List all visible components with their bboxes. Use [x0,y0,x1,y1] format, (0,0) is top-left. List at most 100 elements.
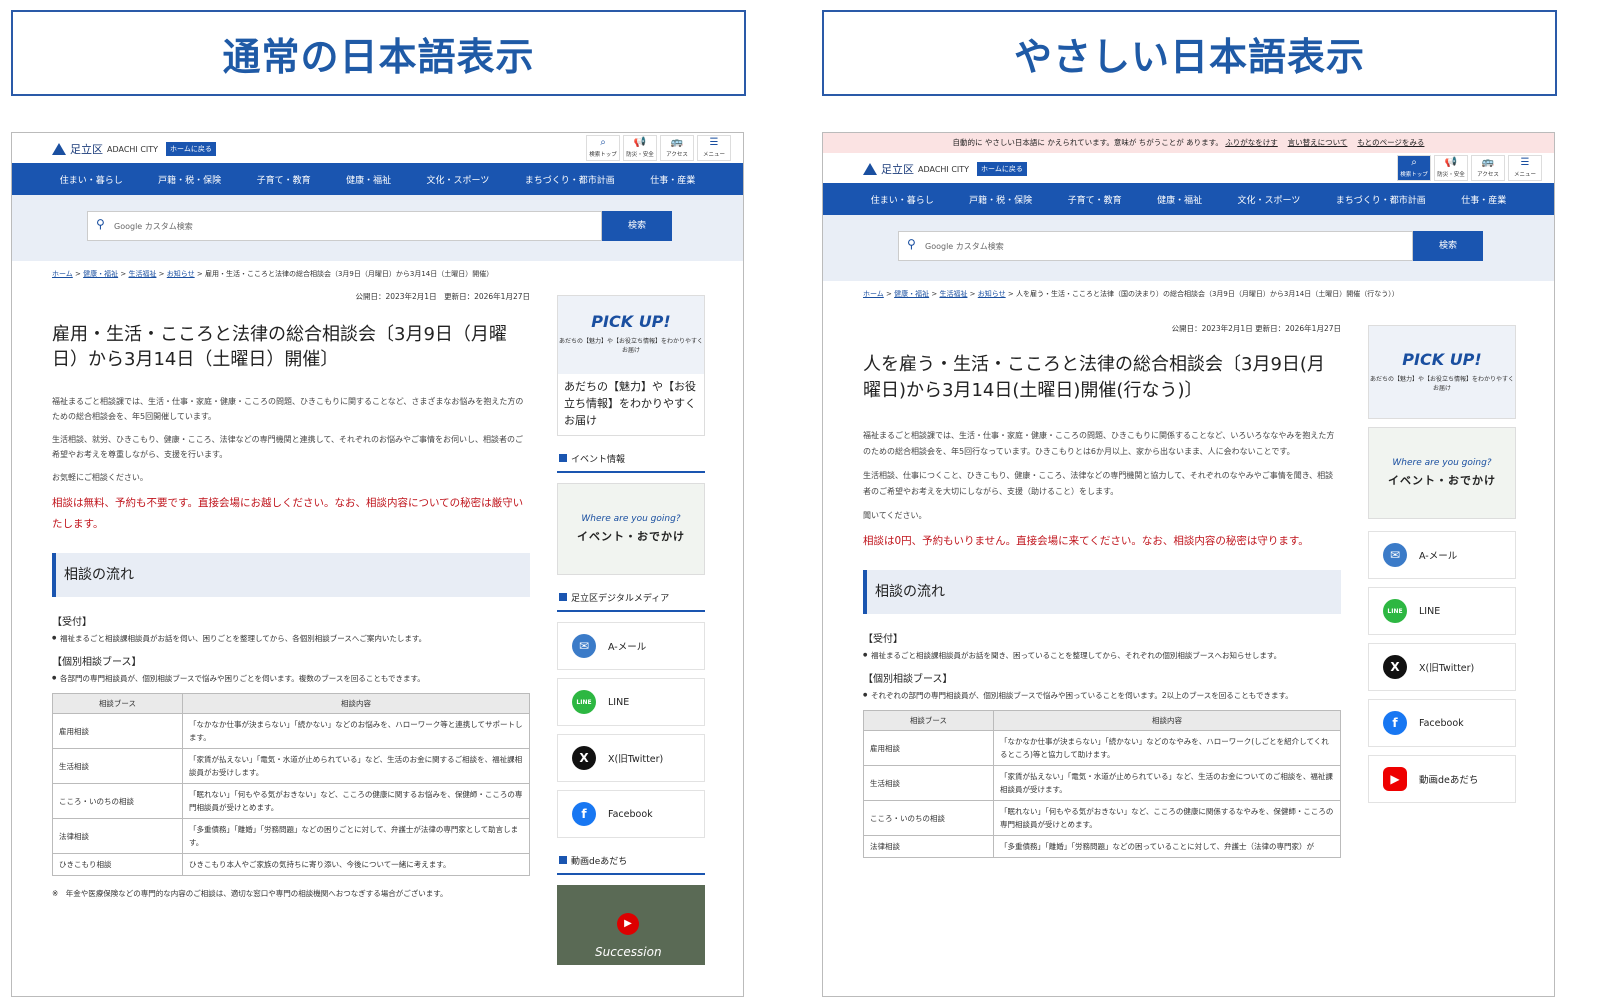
sns-label: LINE [1419,605,1441,617]
notice-text: 相談は0円、予約もいりません。直接会場に来てください。なお、相談内容の秘密は守り… [863,535,1309,547]
paragraph: 生活相談、就労、ひきこもり、健康・こころ、法律などの専門機関と連携して、それぞれ… [52,435,524,459]
mail-icon: ✉ [572,634,596,658]
site-name: 足立区 [70,143,103,156]
play-icon[interactable]: ▶ [617,913,639,935]
table-header: 相談ブース [52,693,183,714]
youtube-icon: ▶ [1383,767,1407,791]
section-heading: 相談の流れ [863,570,1341,614]
breadcrumb: ホーム > 健康・福祉 > 生活福祉 > お知らせ > 雇用・生活・こころと法律… [52,270,494,278]
nav-item[interactable]: 子育て・教育 [257,173,311,186]
pickup-sub: あだちの【魅力】や【お役立ち情報】をわかりやすくお届け [1369,376,1514,392]
table-cell: 生活相談 [52,748,183,784]
logo-icon [52,143,66,155]
home-button[interactable]: ホームに戻る [977,162,1027,176]
safety-button[interactable]: 防災・安全 [623,135,657,161]
facebook-link[interactable]: f Facebook [1368,699,1516,747]
global-nav: 住まい・暮らし 戸籍・税・保険 子育て・教育 健康・福祉 文化・スポーツ まちづ… [12,163,743,195]
amail-link[interactable]: ✉ A-メール [557,622,705,670]
pickup-card[interactable]: PICK UP! あだちの【魅力】や【お役立ち情報】をわかりやすくお届け [1368,325,1516,419]
consult-table: 相談ブース 相談内容 雇用相談 「なかなか仕事が決まらない」「続かない」などのなやみ… [863,710,1341,858]
bc-home[interactable]: ホーム [863,290,884,298]
nav-item[interactable]: 健康・福祉 [346,173,391,186]
search-input[interactable]: Google カスタム検索 [898,231,1413,261]
sns-label: Facebook [1419,717,1464,729]
sns-label: A-メール [608,642,647,653]
table-cell: こころ・いのちの相談 [863,800,994,836]
nav-item[interactable]: 戸籍・税・保険 [158,173,221,186]
bc-link[interactable]: お知らせ [167,270,195,278]
nav-item[interactable]: 文化・スポーツ [1238,193,1301,206]
bc-link[interactable]: 生活福祉 [128,270,156,278]
facebook-link[interactable]: f Facebook [557,790,705,838]
home-button[interactable]: ホームに戻る [166,142,216,156]
paragraph: 聞いてください。 [863,511,927,520]
x-link[interactable]: X X(旧Twitter) [1368,643,1516,691]
remove-furigana-link[interactable]: ふりがなをけす [1225,138,1278,147]
table-row: ひきこもり相談 ひきこもり本人やご家族の気持ちに寄り添い、今後について一緒に考えま… [52,853,530,876]
x-link[interactable]: X X(旧Twitter) [557,734,705,782]
search-area: Google カスタム検索 検索 [823,215,1554,281]
bc-link[interactable]: 生活福祉 [939,290,967,298]
line-link[interactable]: LINE LINE [557,678,705,726]
nav-item[interactable]: 文化・スポーツ [427,173,490,186]
bc-link[interactable]: 健康・福祉 [83,270,118,278]
paraphrase-info-link[interactable]: 言い替えについて [1288,138,1348,147]
pickup-card[interactable]: PICK UP! あだちの【魅力】や【お役立ち情報】をわかりやすくお届け あだち… [557,295,705,436]
site-header: 足立区 ADACHI CITY ホームに戻る 検索トップ 防災・安全 アクセス … [12,133,743,163]
pickup-title: PICK UP! [1402,350,1482,369]
nav-item[interactable]: まちづくり・都市計画 [1336,193,1426,206]
event-banner[interactable]: Where are you going? イベント・おでかけ [557,483,705,575]
search-top-button[interactable]: 検索トップ [1397,155,1431,181]
search-top-button[interactable]: 検索トップ [586,135,620,161]
sidebar: PICK UP! あだちの【魅力】や【お役立ち情報】をわかりやすくお届け あだち… [557,295,705,965]
nav-item[interactable]: 住まい・暮らし [60,173,123,186]
sub-heading: 【個別相談ブース】 [52,657,142,668]
event-banner[interactable]: Where are you going? イベント・おでかけ [1368,427,1516,519]
search-button[interactable]: 検索 [1413,231,1483,261]
sub-heading: 【個別相談ブース】 [863,674,953,685]
video-thumbnail[interactable]: ▶ Succession [557,885,705,965]
table-row: 法律相談 「多重債務」「離婚」「労務問題」などの困りごとに対して、弁護士が法律の専… [52,818,530,854]
paragraph: お気軽にご相談ください。 [52,473,148,482]
nav-item[interactable]: 健康・福祉 [1157,193,1202,206]
bc-link[interactable]: お知らせ [978,290,1006,298]
site-logo[interactable]: 足立区 ADACHI CITY ホームに戻る [52,141,216,157]
original-page-link[interactable]: もとのページをみる [1357,138,1424,147]
nav-item[interactable]: 仕事・産業 [1461,193,1506,206]
section-heading: 相談の流れ [52,553,530,597]
page-title: 人を雇う・生活・こころと法律の総合相談会〔3月9日(月曜日)から3月14日(土曜… [863,354,1325,401]
bc-home[interactable]: ホーム [52,270,73,278]
x-icon: X [572,746,596,770]
search-button[interactable]: 検索 [602,211,672,241]
menu-button[interactable]: メニュー [697,135,731,161]
event-en: Where are you going? [1392,458,1492,468]
nav-item[interactable]: 住まい・暮らし [871,193,934,206]
table-row: 生活相談 「家賃が払えない」「電気・水道が止められている」など、生活のお金について… [863,765,1341,801]
list-item: 福祉まるごと相談課相談員がお話を伺い、困りごとを整理してから、各個別相談ブースへ… [52,632,530,645]
line-link[interactable]: LINE LINE [1368,587,1516,635]
nav-item[interactable]: まちづくり・都市計画 [525,173,615,186]
access-button[interactable]: アクセス [1471,155,1505,181]
site-header: 足立区 ADACHI CITY ホームに戻る 検索トップ 防災・安全 アクセス … [823,153,1554,183]
safety-button[interactable]: 防災・安全 [1434,155,1468,181]
nav-item[interactable]: 戸籍・税・保険 [969,193,1032,206]
search-area: Google カスタム検索 検索 [12,195,743,261]
video-link[interactable]: ▶ 動画deあだち [1368,755,1516,803]
access-button[interactable]: アクセス [660,135,694,161]
pickup-title: PICK UP! [591,312,671,331]
site-logo[interactable]: 足立区 ADACHI CITY ホームに戻る [863,161,1027,177]
x-icon: X [1383,655,1407,679]
nav-item[interactable]: 仕事・産業 [650,173,695,186]
list-item: 福祉まるごと相談課相談員がお話を聞き、困っていることを整理してから、それぞれの個… [863,649,1341,662]
table-cell: 「家賃が払えない」「電気・水道が止められている」など、生活のお金についてのご相談… [993,765,1341,801]
bc-link[interactable]: 健康・福祉 [894,290,929,298]
amail-link[interactable]: ✉ A-メール [1368,531,1516,579]
search-input[interactable]: Google カスタム検索 [87,211,602,241]
table-cell: ひきこもり相談 [52,853,183,876]
pickup-text[interactable]: あだちの【魅力】や【お役立ち情報】をわかりやすくお届け [558,374,704,435]
table-row: 法律相談 「多重債務」「離婚」「労務問題」などの困っていることに対して、弁護士（法… [863,835,1341,858]
menu-button[interactable]: メニュー [1508,155,1542,181]
nav-item[interactable]: 子育て・教育 [1068,193,1122,206]
pickup-sub: あだちの【魅力】や【お役立ち情報】をわかりやすくお届け [558,338,703,354]
event-jp: イベント・おでかけ [577,530,685,543]
